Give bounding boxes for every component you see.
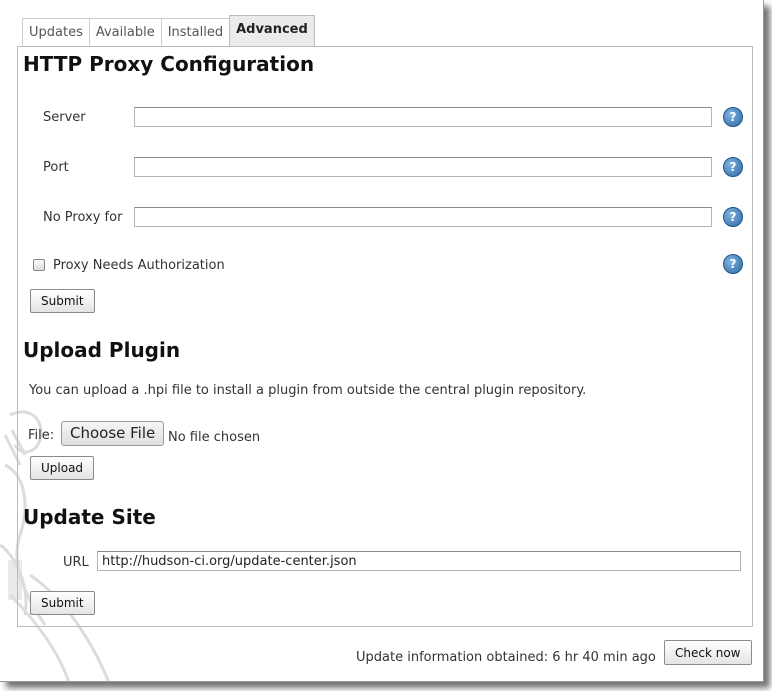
no-proxy-help-icon[interactable]: ? [723,207,743,227]
update-site-url-input[interactable] [97,551,741,571]
no-proxy-input[interactable] [134,207,712,227]
update-info-text: Update information obtained: 6 hr 40 min… [356,650,656,665]
plugin-manager-window: Updates Available Installed Advanced HTT… [0,0,764,682]
no-proxy-label: No Proxy for [43,210,123,225]
choose-file-button[interactable]: Choose File [61,421,165,446]
upload-heading: Upload Plugin [23,338,181,362]
proxy-auth-label: Proxy Needs Authorization [53,258,225,273]
port-input[interactable] [134,157,712,177]
port-help-icon[interactable]: ? [723,157,743,177]
proxy-auth-help-icon[interactable]: ? [723,254,743,274]
upload-button[interactable]: Upload [30,456,95,480]
server-help-icon[interactable]: ? [723,107,743,127]
check-now-button[interactable]: Check now [664,640,752,665]
tab-installed[interactable]: Installed [160,18,230,47]
upload-description: You can upload a .hpi file to install a … [29,383,587,398]
proxy-auth-checkbox[interactable] [33,259,45,271]
file-label: File: [28,428,55,443]
proxy-submit-button[interactable]: Submit [30,289,95,313]
server-label: Server [43,110,86,125]
no-file-chosen-text: No file chosen [168,430,261,445]
proxy-heading: HTTP Proxy Configuration [23,52,315,76]
tab-updates[interactable]: Updates [22,18,89,47]
port-label: Port [43,160,69,175]
server-input[interactable] [134,107,712,127]
tab-available[interactable]: Available [88,18,161,47]
advanced-panel [17,46,753,627]
tab-bar: Updates Available Installed Advanced [22,15,315,47]
update-site-submit-button[interactable]: Submit [30,591,95,615]
update-site-heading: Update Site [23,505,156,529]
url-label: URL [63,555,89,570]
tab-advanced[interactable]: Advanced [229,15,315,47]
